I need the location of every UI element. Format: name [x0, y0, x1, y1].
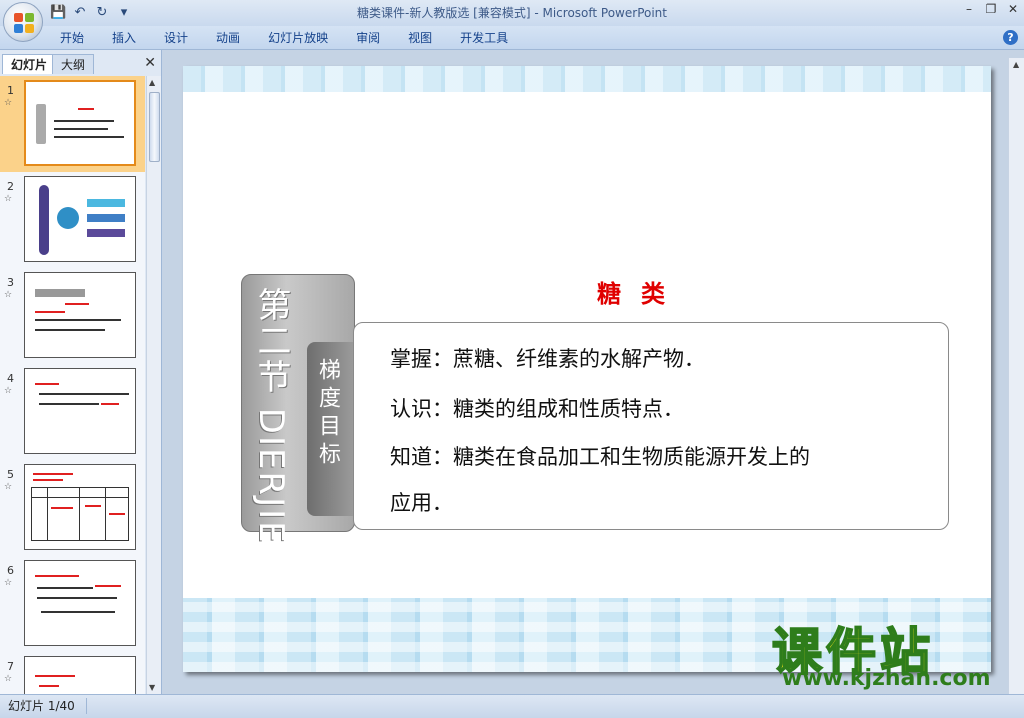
slide-number: 5 — [7, 468, 14, 481]
slide-thumbnail[interactable]: 4 ☆ — [0, 364, 145, 460]
slide-preview — [24, 80, 136, 166]
slide-number: 7 — [7, 660, 14, 673]
minimize-button[interactable]: – — [962, 2, 976, 16]
slide-preview — [24, 368, 136, 454]
slide-number: 1 — [7, 84, 14, 97]
scroll-thumb[interactable] — [149, 92, 160, 162]
animation-star-icon: ☆ — [4, 674, 13, 684]
status-divider — [86, 698, 87, 714]
tab-animations[interactable]: 动画 — [202, 26, 254, 50]
office-button[interactable] — [3, 2, 43, 42]
watermark-logo: 课件站 www.kjzhan.com — [771, 612, 1012, 692]
window-controls: – ❐ ✕ — [962, 2, 1020, 16]
goal-tab: 梯度目标 — [307, 342, 353, 516]
tab-view[interactable]: 视图 — [394, 26, 446, 50]
close-pane-icon[interactable]: ✕ — [144, 55, 156, 71]
slide-number: 3 — [7, 276, 14, 289]
slide-thumbnail[interactable]: 6 ☆ — [0, 556, 145, 652]
slide-canvas[interactable]: 第二节 DIERJIE 梯度目标 掌握：蔗糖、纤维素的水解产物． 认识：糖类的组… — [183, 66, 991, 672]
slide-number: 4 — [7, 372, 14, 385]
section-label: 第二节 DIERJIE — [251, 287, 291, 545]
pane-tabs: 幻灯片 大纲 ✕ — [0, 52, 162, 74]
animation-star-icon: ☆ — [4, 194, 13, 204]
slide-preview — [24, 560, 136, 646]
undo-icon[interactable]: ↶ — [72, 5, 88, 21]
ribbon-tabs: 开始 插入 设计 动画 幻灯片放映 审阅 视图 开发工具 — [46, 26, 522, 50]
slide-thumbnail[interactable]: 5 ☆ — [0, 460, 145, 556]
animation-star-icon: ☆ — [4, 386, 13, 396]
tab-home[interactable]: 开始 — [46, 26, 98, 50]
bullet-master: 掌握：蔗糖、纤维素的水解产物． — [390, 347, 705, 371]
scroll-up-icon[interactable]: ▲ — [1013, 60, 1019, 69]
slide-preview — [24, 176, 136, 262]
ribbon: 开始 插入 设计 动画 幻灯片放映 审阅 视图 开发工具 ? — [0, 26, 1024, 50]
watermark-url: www.kjzhan.com — [782, 666, 991, 691]
title-bar: 糖类课件-新人教版选 [兼容模式] - Microsoft PowerPoint… — [0, 0, 1024, 26]
slide-thumbnail-list: 1 ☆ 2 ☆ 3 ☆ 4 ☆ 5 ☆ 6 ☆ 7 ☆ — [0, 76, 145, 694]
tab-design[interactable]: 设计 — [150, 26, 202, 50]
slide-thumbnail[interactable]: 3 ☆ — [0, 268, 145, 364]
slide-thumbnail[interactable]: 1 ☆ — [0, 76, 145, 172]
goal-label: 梯度目标 — [315, 358, 340, 470]
window-title: 糖类课件-新人教版选 [兼容模式] - Microsoft PowerPoint — [357, 6, 667, 20]
restore-button[interactable]: ❐ — [984, 2, 998, 16]
slide-number: 6 — [7, 564, 14, 577]
tab-insert[interactable]: 插入 — [98, 26, 150, 50]
bullet-know-cont: 应用． — [390, 491, 453, 515]
customize-qat-icon[interactable]: ▾ — [116, 5, 132, 21]
tab-outline[interactable]: 大纲 — [52, 54, 95, 74]
quick-access-toolbar: 💾 ↶ ↻ ▾ — [50, 4, 132, 22]
bullet-understand: 认识：糖类的组成和性质特点． — [390, 397, 684, 421]
editor-scrollbar[interactable]: ▲ — [1008, 58, 1024, 694]
slide-counter: 幻灯片 1/40 — [8, 699, 75, 713]
slide-thumbnail[interactable]: 2 ☆ — [0, 172, 145, 268]
slide-title[interactable]: 糖类 — [541, 274, 741, 309]
tab-slide-show[interactable]: 幻灯片放映 — [254, 26, 342, 50]
slide-editor: 第二节 DIERJIE 梯度目标 掌握：蔗糖、纤维素的水解产物． 认识：糖类的组… — [163, 50, 1024, 694]
bullet-know: 知道：糖类在食品加工和生物质能源开发上的 — [390, 445, 810, 469]
close-button[interactable]: ✕ — [1006, 2, 1020, 16]
slide-preview — [24, 656, 136, 694]
content-box[interactable]: 掌握：蔗糖、纤维素的水解产物． 认识：糖类的组成和性质特点． 知道：糖类在食品加… — [353, 322, 949, 530]
animation-star-icon: ☆ — [4, 290, 13, 300]
slide-preview — [24, 272, 136, 358]
help-icon[interactable]: ? — [1003, 30, 1018, 45]
slide-preview — [24, 464, 136, 550]
slide-number: 2 — [7, 180, 14, 193]
tab-review[interactable]: 审阅 — [342, 26, 394, 50]
slides-pane: 幻灯片 大纲 ✕ 1 ☆ 2 ☆ 3 ☆ 4 ☆ 5 ☆ 6 ☆ 7 ☆ ▲ ▼ — [0, 50, 162, 694]
animation-star-icon: ☆ — [4, 98, 13, 108]
save-icon[interactable]: 💾 — [50, 5, 66, 21]
animation-star-icon: ☆ — [4, 482, 13, 492]
slide-thumbnail[interactable]: 7 ☆ — [0, 652, 145, 694]
tab-developer[interactable]: 开发工具 — [446, 26, 522, 50]
decorative-band-top — [183, 66, 991, 92]
scroll-up-icon[interactable]: ▲ — [149, 78, 155, 87]
scroll-down-icon[interactable]: ▼ — [149, 683, 155, 692]
office-logo-icon — [14, 13, 34, 33]
tab-slides[interactable]: 幻灯片 — [2, 54, 57, 74]
status-bar: 幻灯片 1/40 — [0, 694, 1024, 718]
thumbnail-scrollbar[interactable]: ▲ ▼ — [146, 76, 161, 694]
redo-icon[interactable]: ↻ — [94, 5, 110, 21]
animation-star-icon: ☆ — [4, 578, 13, 588]
